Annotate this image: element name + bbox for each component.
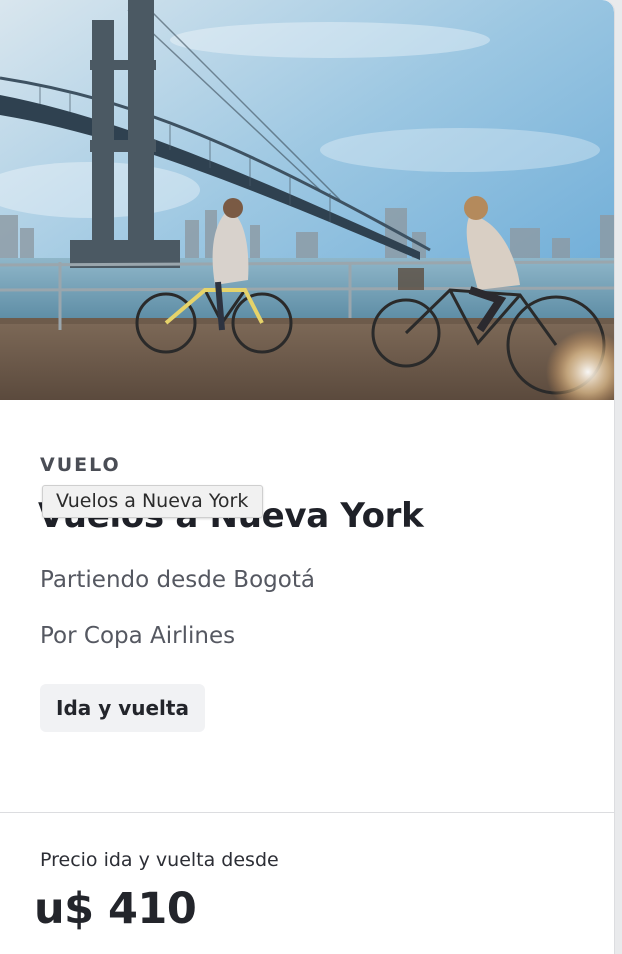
price-value: u$ 410 bbox=[34, 884, 197, 934]
title-tooltip: Vuelos a Nueva York bbox=[42, 485, 264, 518]
departure-city: Partiendo desde Bogotá bbox=[40, 567, 315, 593]
offer-details: VUELO Vuelos a Nueva York Vuelos a Nueva… bbox=[0, 400, 614, 812]
offer-category: VUELO bbox=[40, 454, 121, 476]
price-label: Precio ida y vuelta desde bbox=[40, 849, 279, 871]
airline-name: Por Copa Airlines bbox=[40, 623, 236, 649]
trip-type-badge: Ida y vuelta bbox=[40, 684, 205, 732]
destination-photo[interactable] bbox=[0, 0, 614, 400]
flight-offer-card[interactable]: VUELO Vuelos a Nueva York Vuelos a Nueva… bbox=[0, 0, 615, 954]
price-divider bbox=[0, 812, 614, 813]
